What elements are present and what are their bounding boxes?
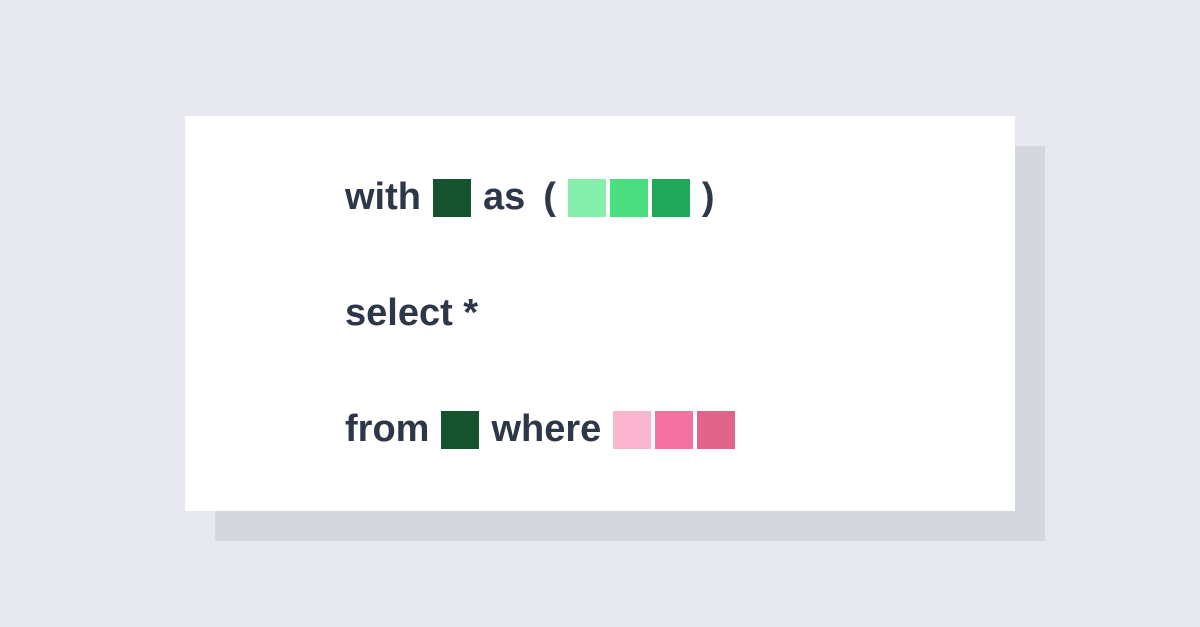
cte-token-icon <box>610 179 648 217</box>
keyword-select-star: select * <box>345 292 478 335</box>
where-token-icon <box>613 411 651 449</box>
sql-line-with: with as ( ) <box>345 176 945 219</box>
table-name-placeholder-icon <box>441 411 479 449</box>
close-paren: ) <box>702 176 715 219</box>
cte-token-icon <box>652 179 690 217</box>
where-token-icon <box>697 411 735 449</box>
keyword-as: as <box>483 176 525 219</box>
cte-token-icon <box>568 179 606 217</box>
keyword-with: with <box>345 176 421 219</box>
cte-body-placeholder-group <box>568 179 690 217</box>
sql-line-select: select * <box>345 292 945 335</box>
sql-line-from-where: from where <box>345 408 945 451</box>
where-clause-placeholder-group <box>613 411 735 449</box>
card-body: with as ( ) select * from where <box>185 116 1015 511</box>
cte-name-placeholder-icon <box>433 179 471 217</box>
keyword-from: from <box>345 408 429 451</box>
where-token-icon <box>655 411 693 449</box>
open-paren: ( <box>543 176 556 219</box>
keyword-where: where <box>491 408 601 451</box>
code-diagram-card: with as ( ) select * from where <box>185 116 1015 511</box>
